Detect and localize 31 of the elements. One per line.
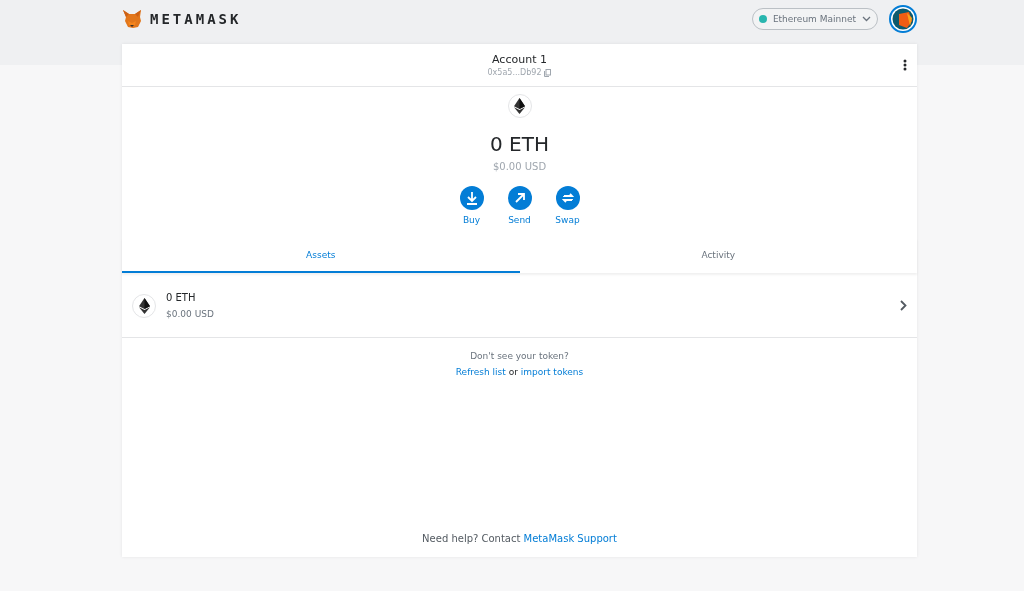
ethereum-icon (514, 98, 525, 114)
account-address[interactable]: 0x5a5...Db92 (487, 68, 542, 77)
fox-logo-icon (122, 8, 142, 29)
account-avatar-icon[interactable] (889, 4, 917, 33)
chevron-right-icon (900, 300, 907, 311)
balance-fiat: $0.00 USD (492, 161, 547, 172)
token-prompt: Don't see your token? (470, 351, 569, 361)
help-sentence: Need help? Contact MetaMask Support (421, 533, 618, 544)
swap-button[interactable]: Swap (555, 186, 580, 225)
asset-value: $0.00 USD (166, 309, 215, 319)
send-button[interactable]: Send (507, 186, 532, 225)
tab[interactable]: Assets (122, 238, 520, 273)
account-name[interactable]: Account 1 (492, 53, 547, 66)
more-options-icon[interactable] (903, 59, 907, 71)
status-dot-icon (758, 14, 767, 23)
buy-button[interactable]: Buy (459, 186, 484, 225)
arrow-up-right-icon (507, 186, 532, 210)
support-link[interactable]: MetaMask Support (523, 533, 617, 544)
ethereum-icon (138, 297, 150, 314)
token-help-sentence: Refresh list or import tokens (455, 367, 584, 377)
balance-amount: 0 ETH (490, 132, 549, 156)
network-selector[interactable]: Ethereum Mainnet (751, 7, 878, 30)
asset-amount: 0 ETH (166, 292, 197, 303)
logo-wordmark: METAMASK (150, 10, 242, 27)
chevron-down-icon (862, 15, 871, 22)
tab[interactable]: Activity (519, 238, 917, 273)
import-tokens-link[interactable]: import tokens (520, 367, 584, 377)
download-icon (459, 186, 484, 210)
refresh-list-link[interactable]: Refresh list (455, 367, 506, 377)
swap-arrows-icon (555, 186, 580, 210)
asset-row[interactable]: 0 ETH $0.00 USD (122, 274, 917, 338)
